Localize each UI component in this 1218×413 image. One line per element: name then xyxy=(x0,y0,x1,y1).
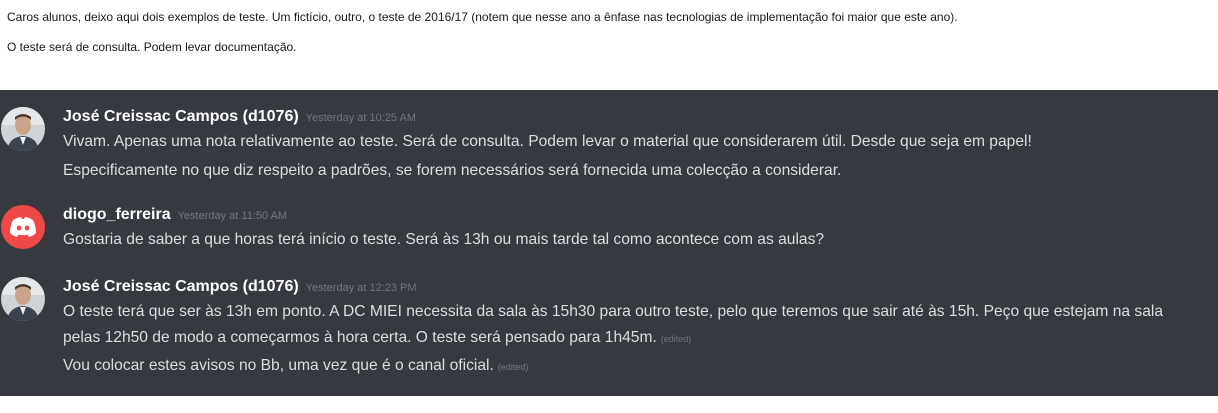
message-text-edited: Vou colocar estes avisos no Bb, uma vez … xyxy=(63,355,1203,378)
avatar[interactable] xyxy=(1,107,45,151)
author-name[interactable]: José Creissac Campos (d1076) xyxy=(63,108,299,125)
message-text-edited: pelas 12h50 de modo a começarmos à hora … xyxy=(63,327,1203,350)
message-text: Gostaria de saber a que horas terá iníci… xyxy=(63,231,825,248)
timestamp: Yesterday at 11:50 AM xyxy=(177,210,288,222)
author-name[interactable]: diogo_ferreira xyxy=(63,206,171,223)
intro-line-1: Caros alunos, deixo aqui dois exemplos d… xyxy=(7,10,958,24)
edited-label: (edited) xyxy=(660,334,692,344)
author-name[interactable]: José Creissac Campos (d1076) xyxy=(63,278,299,295)
avatar[interactable] xyxy=(1,205,45,249)
person-photo-icon xyxy=(1,107,45,151)
message-text: O teste terá que ser às 13h em ponto. A … xyxy=(63,303,1164,320)
message-text: pelas 12h50 de modo a começarmos à hora … xyxy=(63,329,657,346)
avatar[interactable] xyxy=(1,277,45,321)
discord-logo-icon xyxy=(10,217,36,237)
intro-line-2: O teste será de consulta. Podem levar do… xyxy=(7,40,297,54)
timestamp: Yesterday at 10:25 AM xyxy=(305,112,416,124)
post-intro: Caros alunos, deixo aqui dois exemplos d… xyxy=(0,0,1218,90)
timestamp: Yesterday at 12:23 PM xyxy=(305,282,417,294)
page-background-strip xyxy=(0,396,1218,413)
message-text: Vou colocar estes avisos no Bb, uma vez … xyxy=(63,357,494,374)
chat-log: José Creissac Campos (d1076) Yesterday at… xyxy=(0,90,1218,396)
edited-label: (edited) xyxy=(497,362,529,372)
message-text: Especificamente no que diz respeito a pa… xyxy=(63,162,842,179)
person-photo-icon xyxy=(1,277,45,321)
message-text: Vivam. Apenas uma nota relativamente ao … xyxy=(63,133,1032,150)
